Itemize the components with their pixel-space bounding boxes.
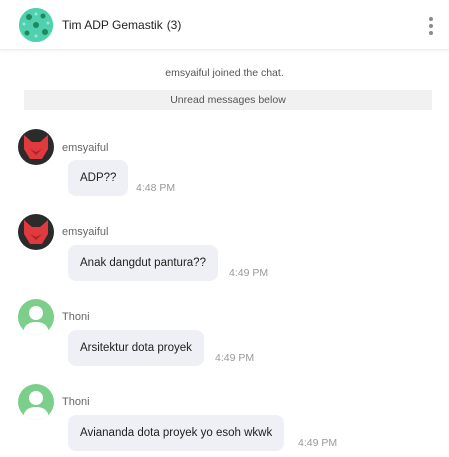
group-pattern-icon (19, 8, 53, 42)
member-count: (3) (166, 18, 182, 32)
fox-avatar-icon (18, 129, 54, 165)
sender-name: emsyaiful (62, 142, 109, 154)
message-time: 4:49 PM (229, 267, 269, 279)
kebab-dot-icon (429, 31, 433, 35)
avatar[interactable] (18, 129, 54, 165)
message-bubble[interactable]: ADP?? (68, 160, 129, 196)
fox-avatar-icon (18, 214, 54, 250)
avatar[interactable] (18, 384, 54, 420)
sender-name: Thoni (62, 311, 90, 323)
avatar[interactable] (18, 214, 54, 250)
sender-name: emsyaiful (62, 226, 109, 238)
message-bubble[interactable]: Arsitektur dota proyek (68, 330, 204, 366)
message-bubble[interactable]: Aviananda dota proyek yo esoh wkwk (68, 415, 285, 451)
more-options-button[interactable] (424, 14, 438, 38)
message-time: 4:48 PM (136, 182, 176, 194)
kebab-dot-icon (429, 24, 433, 28)
message-bubble[interactable]: Anak dangdut pantura?? (68, 245, 218, 281)
kebab-dot-icon (429, 17, 433, 21)
message-time: 4:49 PM (298, 437, 338, 449)
system-message-joined: emsyaiful joined the chat. (165, 67, 284, 79)
user-avatar-icon (18, 384, 54, 420)
avatar[interactable] (18, 299, 54, 335)
unread-divider: Unread messages below (24, 90, 432, 110)
chat-title-text: Tim ADP Gemastik (62, 18, 163, 32)
group-avatar[interactable] (19, 8, 53, 42)
user-avatar-icon (18, 299, 54, 335)
chat-header: Tim ADP Gemastik (3) (0, 0, 449, 50)
sender-name: Thoni (62, 396, 90, 408)
chat-title[interactable]: Tim ADP Gemastik (3) (62, 18, 181, 32)
message-time: 4:49 PM (215, 352, 255, 364)
